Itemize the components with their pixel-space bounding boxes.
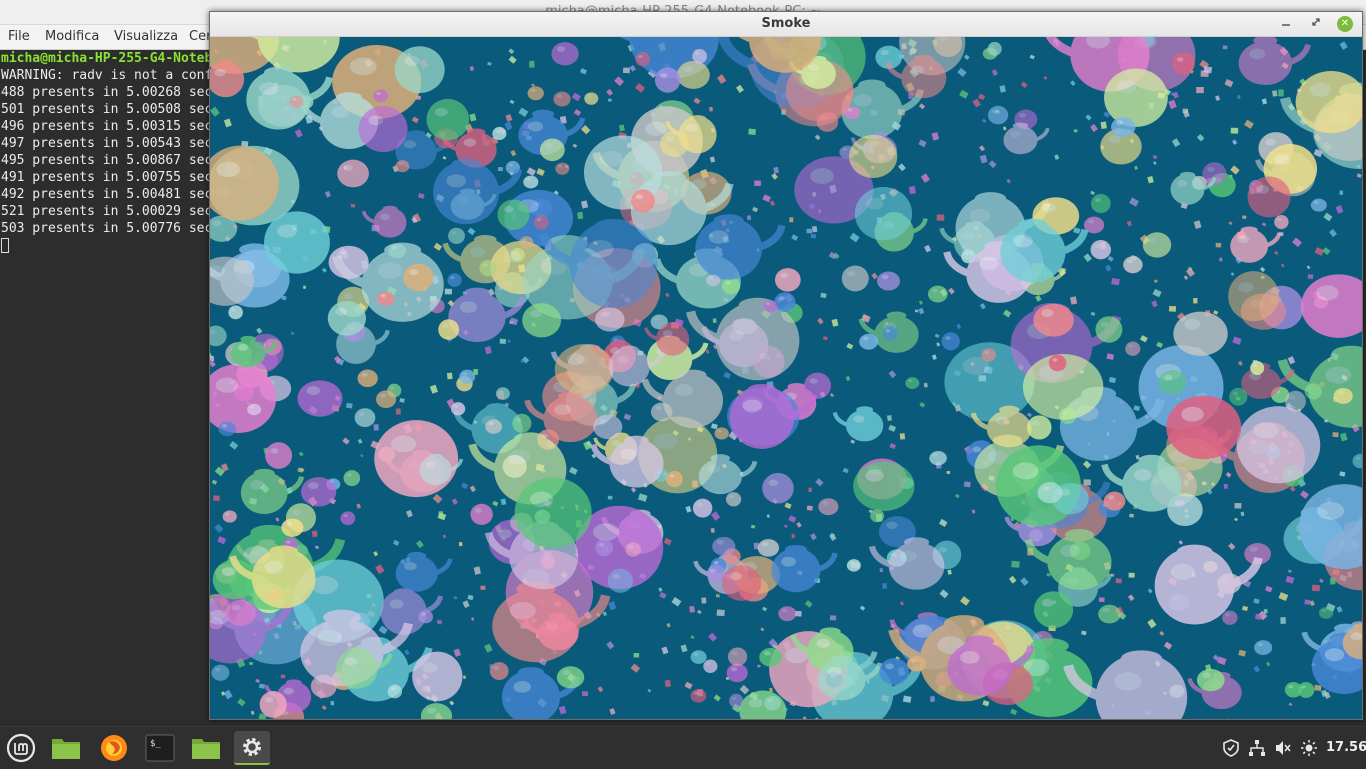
smoke-titlebar[interactable]: Smoke ✕ [210, 12, 1362, 37]
clock[interactable]: 17.56 [1326, 740, 1366, 755]
files-icon [191, 735, 221, 761]
menu-file[interactable]: File [8, 29, 30, 44]
shield-icon [1222, 739, 1240, 757]
taskbar: $_ [0, 726, 1366, 769]
files-launcher[interactable] [188, 731, 224, 765]
smoke-task-button[interactable] [234, 731, 270, 765]
close-icon: ✕ [1341, 18, 1349, 29]
settings-icon [240, 735, 264, 759]
mint-menu-icon [6, 733, 36, 763]
render-canvas[interactable] [210, 37, 1362, 719]
firefox-icon [99, 733, 129, 763]
terminal-cursor [1, 238, 9, 253]
network-icon [1248, 739, 1266, 757]
network-tray[interactable] [1248, 739, 1266, 757]
volume-tray[interactable] [1274, 739, 1292, 757]
menu-modifica[interactable]: Modifica [45, 29, 99, 44]
folder-icon [51, 735, 81, 761]
brightness-icon [1300, 739, 1318, 757]
minimize-icon [1281, 17, 1291, 27]
menu-visualizza[interactable]: Visualizza [114, 29, 178, 44]
terminal-icon: $_ [145, 734, 175, 762]
teapot-scene [210, 37, 1362, 719]
firefox-launcher[interactable] [96, 731, 132, 765]
terminal-launcher[interactable]: $_ [142, 731, 178, 765]
maximize-icon [1311, 17, 1321, 27]
volume-muted-icon [1274, 739, 1292, 757]
window-title: Smoke [210, 16, 1362, 31]
minimize-button[interactable] [1278, 16, 1294, 32]
mint-menu-button[interactable] [3, 731, 39, 765]
show-desktop-button[interactable] [48, 731, 84, 765]
maximize-button[interactable] [1308, 16, 1324, 32]
smoke-window[interactable]: Smoke ✕ [209, 11, 1363, 720]
svg-text:$_: $_ [150, 739, 161, 749]
brightness-tray[interactable] [1300, 739, 1318, 757]
close-button[interactable]: ✕ [1337, 16, 1353, 32]
update-manager-tray[interactable] [1222, 739, 1240, 757]
